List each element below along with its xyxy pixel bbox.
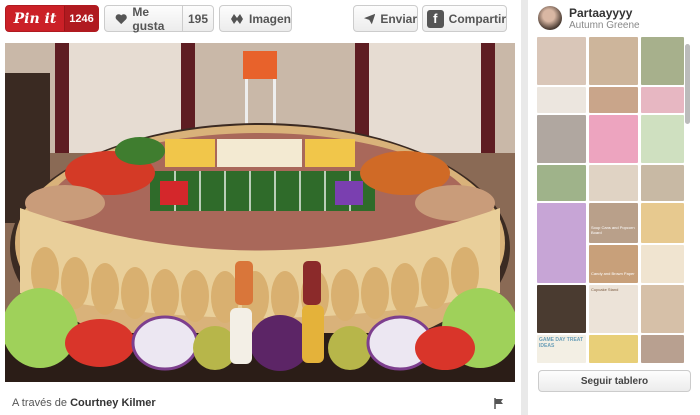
board-thumbnail[interactable] bbox=[641, 245, 684, 283]
flag-icon[interactable] bbox=[494, 398, 504, 409]
thumbnail-caption: Candy and Brown Paper bbox=[591, 271, 635, 276]
send-icon bbox=[364, 13, 376, 24]
attribution-author[interactable]: Courtney Kilmer bbox=[70, 397, 156, 409]
pin-it-button[interactable]: Pin it 1246 bbox=[5, 5, 99, 32]
board-thumbnail[interactable] bbox=[641, 285, 684, 333]
board-thumbnail[interactable] bbox=[641, 165, 684, 201]
board-thumbnail[interactable]: GAME DAY TREAT IDEAS bbox=[537, 335, 586, 363]
send-label: Enviar bbox=[380, 11, 417, 26]
pin-count: 1246 bbox=[64, 6, 98, 31]
board-thumbnail[interactable] bbox=[641, 87, 684, 113]
board-thumbnail-grid: Soup Cans and Popcorn Board Candy and Br… bbox=[537, 37, 684, 363]
board-thumbnail[interactable] bbox=[537, 285, 586, 333]
board-scrollbar[interactable] bbox=[685, 44, 690, 124]
pin-it-label: Pin it bbox=[13, 10, 57, 27]
pin-image[interactable] bbox=[5, 43, 515, 382]
board-thumbnail[interactable] bbox=[641, 203, 684, 243]
pin-toolbar: Pin it 1246 Me gusta 195 Imagen Enviar f… bbox=[0, 5, 521, 33]
like-button[interactable]: Me gusta 195 bbox=[104, 4, 214, 33]
like-count: 195 bbox=[187, 11, 209, 26]
board-thumbnail[interactable] bbox=[589, 87, 638, 113]
pin-detail-panel: Pin it 1246 Me gusta 195 Imagen Enviar f… bbox=[0, 0, 521, 415]
board-thumbnail[interactable] bbox=[537, 37, 586, 85]
board-thumbnail[interactable] bbox=[537, 115, 586, 163]
heart-icon bbox=[115, 13, 127, 24]
board-thumbnail[interactable] bbox=[641, 115, 684, 163]
thumbnail-caption: Cupcake Stand bbox=[591, 287, 619, 292]
image-label: Imagen bbox=[248, 11, 291, 26]
send-button[interactable]: Enviar bbox=[353, 5, 418, 32]
attribution-prefix: A través de bbox=[12, 397, 68, 409]
board-owner[interactable]: Autumn Greene bbox=[569, 20, 640, 31]
share-button[interactable]: f Compartir bbox=[422, 5, 507, 32]
board-thumbnail[interactable]: Cupcake Stand bbox=[589, 285, 638, 333]
board-thumbnail[interactable]: Soup Cans and Popcorn Board bbox=[589, 203, 638, 243]
board-thumbnail[interactable] bbox=[589, 165, 638, 201]
board-thumbnail[interactable] bbox=[537, 165, 586, 201]
board-name[interactable]: Partaayyyy bbox=[569, 6, 632, 20]
board-thumbnail[interactable] bbox=[589, 115, 638, 163]
board-sidebar: Partaayyyy Autumn Greene Soup Cans and P… bbox=[528, 0, 700, 415]
board-thumbnail[interactable] bbox=[589, 37, 638, 85]
board-thumbnail[interactable] bbox=[537, 87, 586, 113]
facebook-icon: f bbox=[427, 9, 444, 28]
board-thumbnail[interactable]: Candy and Brown Paper bbox=[589, 245, 638, 283]
board-thumbnail[interactable] bbox=[641, 335, 684, 363]
image-button[interactable]: Imagen bbox=[219, 5, 292, 32]
attribution: A través de Courtney Kilmer bbox=[12, 397, 156, 409]
image-icon bbox=[230, 13, 243, 24]
like-label: Me gusta bbox=[132, 4, 165, 33]
thumbnail-caption: GAME DAY TREAT IDEAS bbox=[539, 337, 584, 349]
avatar[interactable] bbox=[538, 6, 562, 30]
thumbnail-caption: Soup Cans and Popcorn Board bbox=[591, 225, 635, 235]
board-thumbnail[interactable] bbox=[641, 37, 684, 85]
follow-board-button[interactable]: Seguir tablero bbox=[538, 370, 691, 392]
share-label: Compartir bbox=[448, 11, 506, 26]
board-thumbnail[interactable] bbox=[537, 203, 586, 283]
board-thumbnail[interactable] bbox=[589, 335, 638, 363]
